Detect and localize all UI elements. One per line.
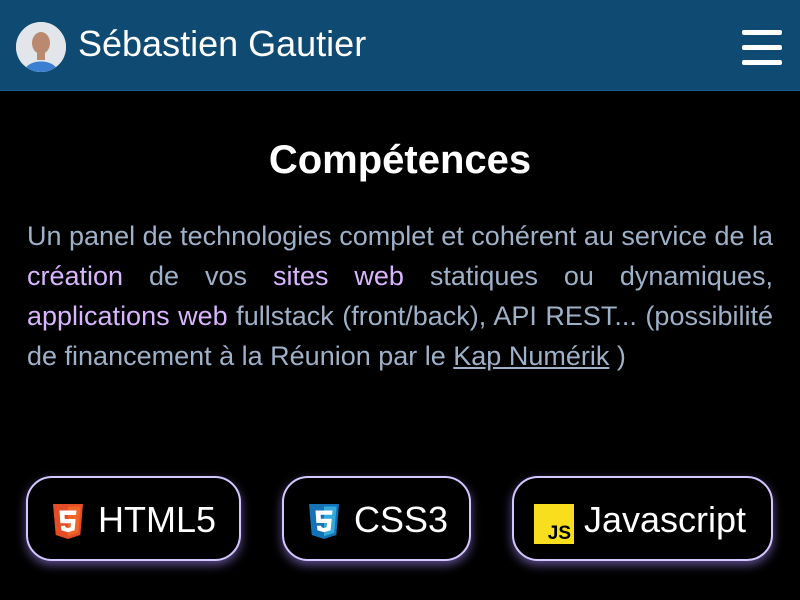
menu-bar — [742, 60, 782, 65]
skill-html5-button[interactable]: HTML5 — [26, 476, 241, 561]
highlight-sites-web: sites web — [272, 261, 404, 291]
intro-text: Un panel de technologies complet et cohé… — [27, 221, 773, 251]
highlight-applications-web: applications web — [27, 301, 228, 331]
intro-text: de vos — [123, 261, 273, 291]
menu-bar — [742, 30, 782, 35]
menu-bar — [742, 45, 782, 50]
site-header: Sébastien Gautier — [0, 0, 800, 91]
skill-css3-button[interactable]: CSS3 — [282, 476, 471, 561]
highlight-creation: création — [27, 261, 124, 291]
css3-logo-icon — [309, 504, 339, 539]
html5-logo-icon — [53, 504, 83, 539]
profile-photo-icon — [16, 22, 66, 72]
skill-label: Javascript — [584, 499, 747, 540]
skill-label: CSS3 — [354, 499, 449, 540]
hamburger-menu-icon[interactable] — [740, 28, 784, 66]
skill-label: HTML5 — [98, 499, 217, 540]
skill-javascript-button[interactable]: JS Javascript — [512, 476, 773, 561]
kap-numerik-link[interactable]: Kap Numérik — [453, 341, 609, 371]
section-title: Compétences — [268, 138, 532, 182]
intro-text: ) — [609, 341, 626, 371]
javascript-logo-icon: JS — [534, 504, 574, 544]
svg-text:JS: JS — [548, 523, 571, 544]
intro-text: statiques ou dynamiques, — [403, 261, 773, 291]
avatar[interactable] — [16, 22, 66, 72]
skills-intro-text: Un panel de technologies complet et cohé… — [27, 216, 773, 376]
site-name[interactable]: Sébastien Gautier — [78, 22, 366, 66]
